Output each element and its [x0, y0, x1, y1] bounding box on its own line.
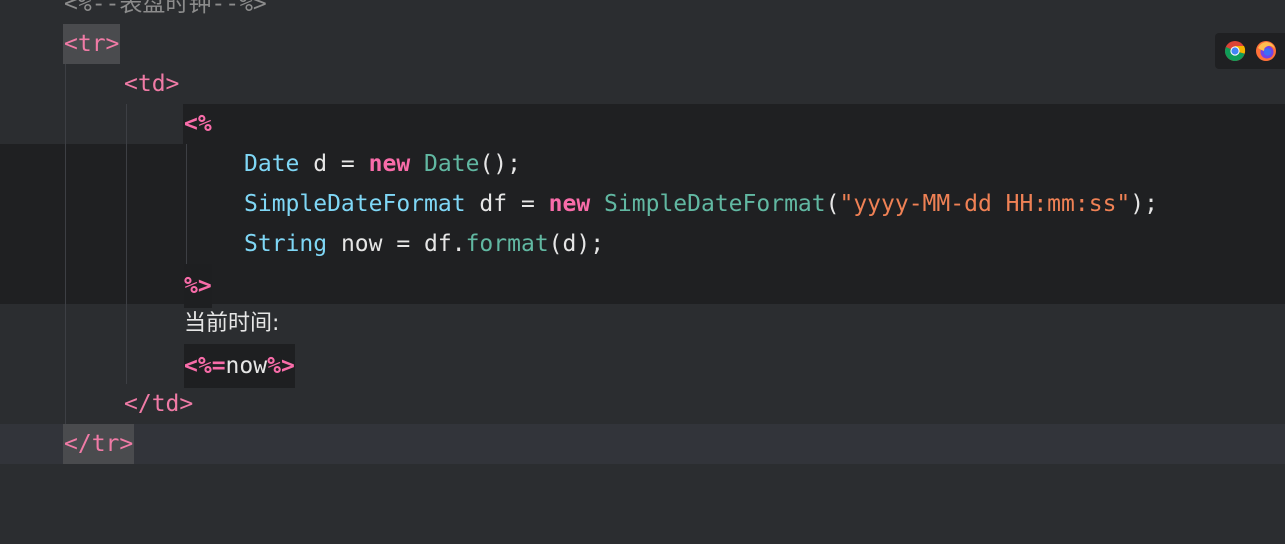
scriptlet-close-delimiter: %>	[184, 264, 212, 308]
code-line-expression[interactable]: <%=now%>	[0, 344, 1285, 388]
label-current-time: 当前时间:	[184, 311, 280, 336]
expression-var: now	[225, 353, 268, 379]
call-end: );	[1130, 191, 1158, 217]
type-date: Date	[244, 151, 300, 177]
code-line-td-open[interactable]: <td>	[0, 64, 1285, 104]
code-line-td-close[interactable]: </td>	[0, 384, 1285, 424]
code-statement-now: String now = df.format(d);	[244, 224, 604, 264]
code-statement-sdf: SimpleDateFormat df = new SimpleDateForm…	[244, 184, 1158, 224]
td-close-tag: </td>	[124, 391, 194, 417]
code-statement-date: Date d = new Date();	[244, 144, 521, 184]
expression-open: <%=	[184, 353, 226, 379]
code-line-scriptlet-close[interactable]: %>	[0, 264, 1285, 308]
code-line-string-now[interactable]: String now = df.format(d);	[0, 224, 1285, 264]
class-date: Date	[410, 151, 480, 177]
chrome-icon[interactable]	[1224, 40, 1246, 62]
code-line-date[interactable]: Date d = new Date();	[0, 144, 1285, 184]
paren-open: (	[825, 191, 840, 217]
tr-open-tag: <tr>	[63, 24, 121, 64]
code-line-tr-open[interactable]: <tr>	[0, 24, 1285, 64]
method-format: format	[465, 231, 549, 257]
td-open-tag: <td>	[124, 71, 180, 97]
firefox-icon[interactable]	[1255, 40, 1277, 62]
var-now: now = df.	[327, 231, 466, 257]
var-d: d =	[299, 151, 369, 177]
jsp-expression: <%=now%>	[184, 344, 295, 388]
string-pattern: "yyyy-MM-dd HH:mm:ss"	[839, 191, 1131, 217]
keyword-new: new	[368, 151, 411, 177]
tr-close-tag: </tr>	[63, 424, 135, 464]
scriptlet-open-delimiter: <%	[184, 111, 212, 137]
code-line-simpledateformat[interactable]: SimpleDateFormat df = new SimpleDateForm…	[0, 184, 1285, 224]
code-line-label[interactable]: 当前时间:	[0, 304, 1285, 344]
type-string: String	[244, 231, 328, 257]
browser-preview-bar	[1215, 33, 1285, 69]
class-simpledateformat: SimpleDateFormat	[590, 191, 826, 217]
type-simpledateformat: SimpleDateFormat	[244, 191, 466, 217]
code-line-tr-close[interactable]: </tr>	[0, 424, 1285, 464]
jsp-comment: <%--表盘时钟--%>	[64, 0, 267, 17]
code-editor[interactable]: <%--表盘时钟--%> <tr> <td> <% Date d = new D…	[0, 0, 1285, 504]
call-end: (d);	[548, 231, 605, 257]
code-line-scriptlet-open[interactable]: <%	[0, 104, 1285, 144]
code-line-comment[interactable]: <%--表盘时钟--%>	[0, 0, 1285, 24]
var-df: df =	[465, 191, 549, 217]
call-end: ();	[479, 151, 521, 177]
expression-close: %>	[267, 353, 295, 379]
keyword-new: new	[548, 191, 591, 217]
